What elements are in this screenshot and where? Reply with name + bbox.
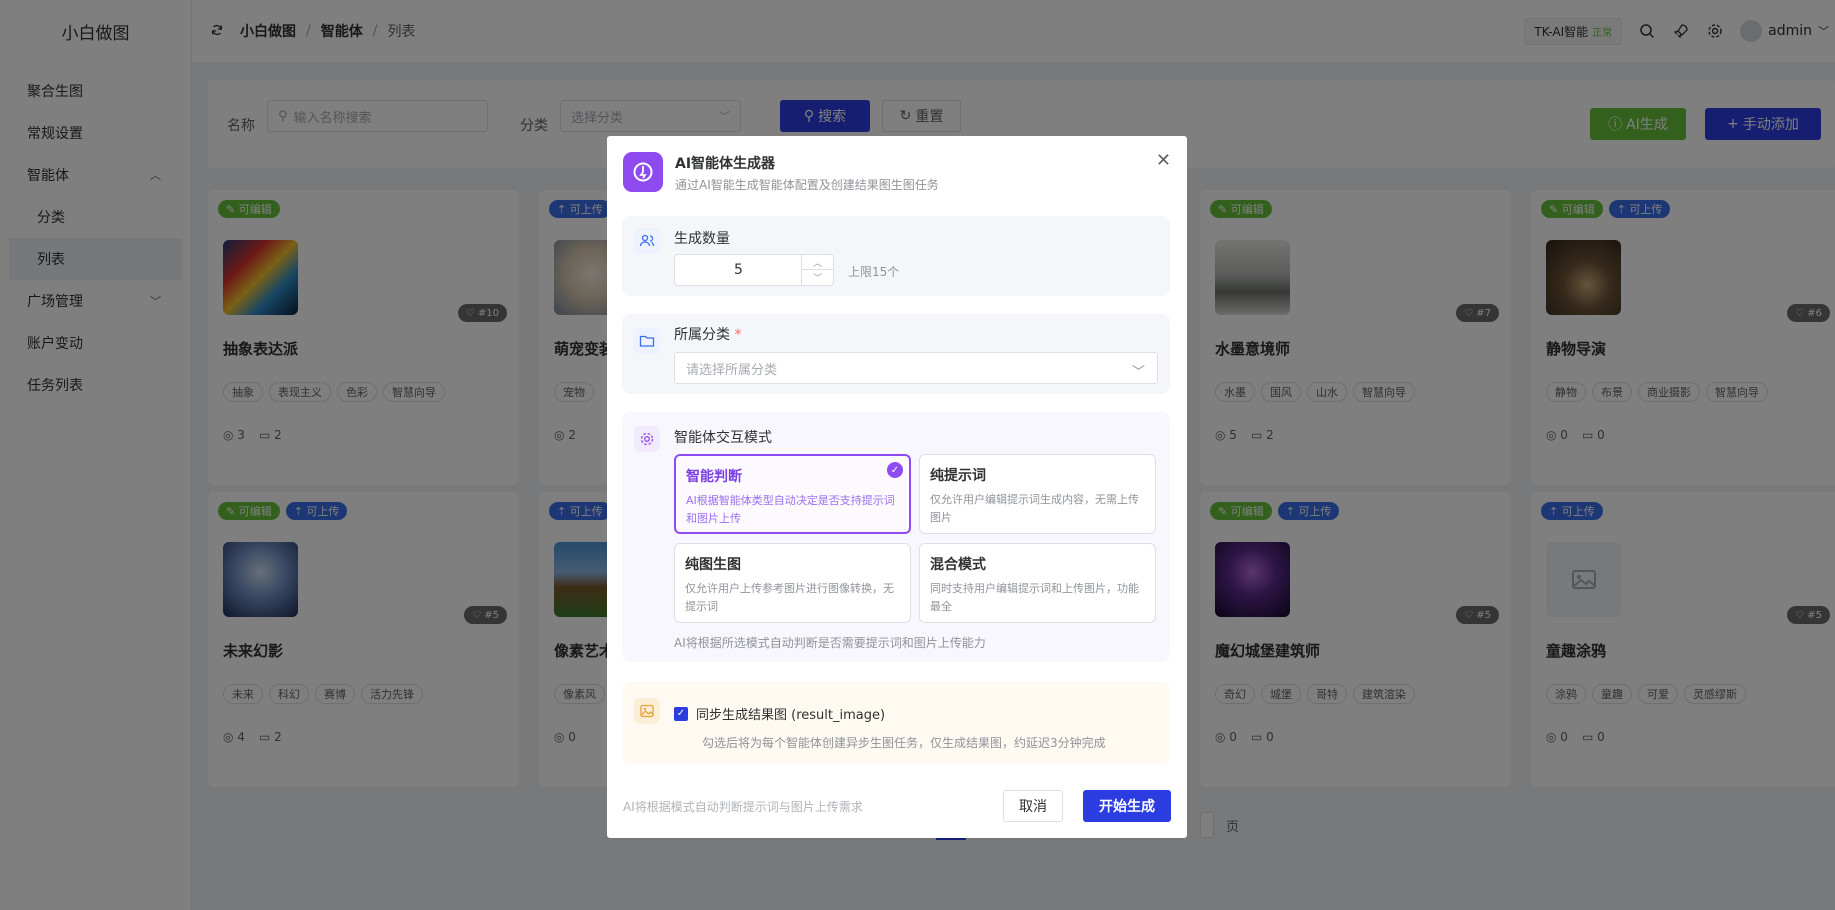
mode-option-desc: 仅允许用户上传参考图片进行图像转换，无提示词 (685, 582, 894, 613)
sync-label: 同步生成结果图 (result_image) (696, 708, 886, 723)
footer-note: AI将根据模式自动判断提示词与图片上传需求 (623, 800, 863, 814)
image-icon (634, 698, 660, 724)
count-label: 生成数量 (674, 231, 730, 247)
category-section: 所属分类 * 请选择所属分类 ﹀ (622, 314, 1170, 394)
required-marker: * (734, 327, 742, 343)
users-icon (634, 228, 660, 254)
chevron-down-icon: ﹀ (1131, 365, 1145, 380)
count-value[interactable]: 5 (675, 255, 802, 285)
mode-option-smart[interactable]: 智能判断 AI根据智能体类型自动决定是否支持提示词和图片上传 ✓ (674, 454, 911, 534)
dialog-title: AI智能体生成器 (675, 156, 776, 172)
checkbox-checked-icon[interactable]: ✓ (674, 706, 688, 721)
mode-section: 智能体交互模式 智能判断 AI根据智能体类型自动决定是否支持提示词和图片上传 ✓… (622, 412, 1170, 662)
mode-option-title: 混合模式 (930, 557, 986, 573)
check-icon: ✓ (887, 462, 903, 478)
mode-option-title: 纯图生图 (685, 557, 741, 573)
start-generate-button[interactable]: 开始生成 (1083, 790, 1171, 822)
folder-icon (634, 328, 660, 354)
category-select-field[interactable]: 请选择所属分类 ﹀ (674, 352, 1158, 384)
ai-generator-icon (623, 152, 663, 192)
mode-option-desc: AI根据智能体类型自动决定是否支持提示词和图片上传 (686, 494, 895, 525)
sync-section: ✓ 同步生成结果图 (result_image) 勾选后将为每个智能体创建异步生… (622, 682, 1170, 764)
count-section: 生成数量 5 ︿ ﹀ 上限15个 (622, 216, 1170, 296)
category-select-placeholder: 请选择所属分类 (686, 362, 778, 378)
mode-option-title: 纯提示词 (930, 468, 986, 484)
ai-agent-generator-dialog: AI智能体生成器 通过AI智能生成智能体配置及创建结果图生图任务 ✕ 生成数量 … (607, 136, 1187, 838)
gear-icon (634, 426, 660, 452)
sync-note: 勾选后将为每个智能体创建异步生图任务，仅生成结果图，约延迟3分钟完成 (702, 736, 1106, 750)
mode-label: 智能体交互模式 (674, 430, 772, 446)
mode-option-desc: 仅允许用户编辑提示词生成内容，无需上传图片 (930, 493, 1139, 524)
count-limit: 上限15个 (848, 265, 900, 279)
mode-option-image-only[interactable]: 纯图生图 仅允许用户上传参考图片进行图像转换，无提示词 (674, 543, 911, 623)
cancel-button[interactable]: 取消 (1003, 790, 1063, 822)
mode-option-prompt-only[interactable]: 纯提示词 仅允许用户编辑提示词生成内容，无需上传图片 (919, 454, 1156, 534)
mode-option-mixed[interactable]: 混合模式 同时支持用户编辑提示词和上传图片，功能最全 (919, 543, 1156, 623)
sync-checkbox[interactable]: ✓ 同步生成结果图 (result_image) (674, 704, 885, 723)
category-field-label: 所属分类 * (674, 324, 741, 344)
mode-option-desc: 同时支持用户编辑提示词和上传图片，功能最全 (930, 582, 1139, 613)
mode-option-title: 智能判断 (686, 469, 742, 485)
count-stepper[interactable]: 5 ︿ ﹀ (674, 254, 834, 286)
dialog-subtitle: 通过AI智能生成智能体配置及创建结果图生图任务 (675, 178, 939, 192)
mode-note: AI将根据所选模式自动判断是否需要提示词和图片上传能力 (674, 636, 986, 650)
category-field-label-text: 所属分类 (674, 327, 730, 343)
decrease-icon[interactable]: ﹀ (801, 270, 833, 285)
close-icon[interactable]: ✕ (1156, 150, 1171, 171)
increase-icon[interactable]: ︿ (801, 255, 833, 270)
